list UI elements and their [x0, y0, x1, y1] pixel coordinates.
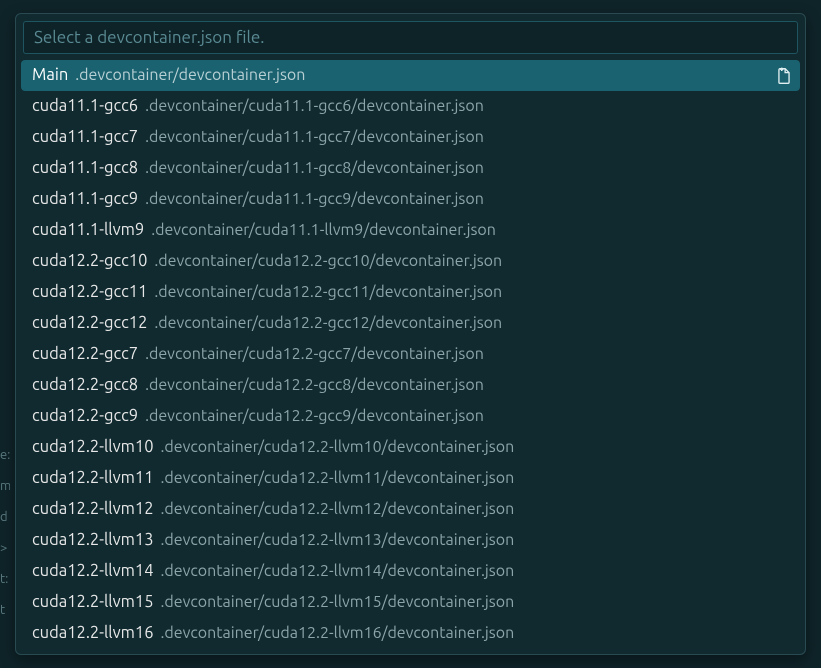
list-item[interactable]: cuda12.2-gcc10 .devcontainer/cuda12.2-gcc… — [16, 246, 805, 277]
item-label: cuda12.2-gcc10 — [32, 250, 147, 273]
quick-picker: Main .devcontainer/devcontainer.json cuda1… — [15, 13, 806, 655]
item-path: .devcontainer/cuda12.2-llvm16/devcontain… — [161, 622, 515, 645]
list-item[interactable]: cuda12.2-gcc9 .devcontainer/cuda12.2-gcc9… — [16, 401, 805, 432]
list-item[interactable]: cuda12.2-llvm11 .devcontainer/cuda12.2-ll… — [16, 463, 805, 494]
editor-background: e:md>t:t — [0, 0, 10, 668]
item-path: .devcontainer/cuda12.2-gcc7/devcontainer… — [145, 343, 484, 366]
item-path: .devcontainer/cuda12.2-llvm10/devcontain… — [161, 436, 515, 459]
item-path: .devcontainer/cuda12.2-llvm13/devcontain… — [161, 529, 515, 552]
item-path: .devcontainer/cuda11.1-llvm9/devcontaine… — [151, 219, 496, 242]
item-label: cuda12.2-llvm12 — [32, 498, 154, 521]
list-item[interactable]: cuda12.2-llvm15 .devcontainer/cuda12.2-ll… — [16, 587, 805, 618]
item-label: cuda11.1-gcc8 — [32, 157, 138, 180]
search-input[interactable] — [23, 21, 798, 54]
item-path: .devcontainer/cuda11.1-gcc8/devcontainer… — [145, 157, 484, 180]
item-label: cuda12.2-llvm10 — [32, 436, 154, 459]
item-path: .devcontainer/cuda11.1-gcc7/devcontainer… — [145, 126, 484, 149]
item-label: cuda12.2-llvm15 — [32, 591, 154, 614]
item-label: cuda12.2-gcc8 — [32, 374, 138, 397]
list-item[interactable]: cuda11.1-llvm9 .devcontainer/cuda11.1-llv… — [16, 215, 805, 246]
item-path: .devcontainer/cuda12.2-gcc9/devcontainer… — [145, 405, 484, 428]
item-path: .devcontainer/cuda11.1-gcc9/devcontainer… — [145, 188, 484, 211]
item-label: cuda12.2-gcc12 — [32, 312, 147, 335]
item-label: cuda11.1-gcc6 — [32, 95, 138, 118]
new-file-icon[interactable] — [775, 67, 793, 85]
list-item[interactable]: cuda12.2-gcc11 .devcontainer/cuda12.2-gcc… — [16, 277, 805, 308]
list-item[interactable]: cuda12.2-llvm13 .devcontainer/cuda12.2-ll… — [16, 525, 805, 556]
item-label: cuda12.2-llvm11 — [32, 467, 154, 490]
list-item[interactable]: cuda12.2-gcc12 .devcontainer/cuda12.2-gcc… — [16, 308, 805, 339]
item-path: .devcontainer/cuda12.2-llvm11/devcontain… — [161, 467, 515, 490]
item-label: cuda12.2-llvm16 — [32, 622, 154, 645]
list-item[interactable]: cuda11.1-gcc8 .devcontainer/cuda11.1-gcc8… — [16, 153, 805, 184]
item-label: cuda12.2-gcc7 — [32, 343, 138, 366]
list-item[interactable]: cuda12.2-llvm16 .devcontainer/cuda12.2-ll… — [16, 618, 805, 649]
item-label: Main — [32, 64, 68, 87]
item-path: .devcontainer/cuda12.2-gcc10/devcontaine… — [154, 250, 502, 273]
list-item[interactable]: cuda12.2-gcc7 .devcontainer/cuda12.2-gcc7… — [16, 339, 805, 370]
item-path: .devcontainer/cuda12.2-llvm14/devcontain… — [161, 560, 515, 583]
item-label: cuda11.1-gcc9 — [32, 188, 138, 211]
item-label: cuda12.2-gcc9 — [32, 405, 138, 428]
item-label: cuda11.1-llvm9 — [32, 219, 144, 242]
list-item[interactable]: cuda12.2-llvm14 .devcontainer/cuda12.2-ll… — [16, 556, 805, 587]
list-item[interactable]: cuda12.2-gcc8 .devcontainer/cuda12.2-gcc8… — [16, 370, 805, 401]
item-path: .devcontainer/cuda11.1-gcc6/devcontainer… — [145, 95, 484, 118]
item-path: .devcontainer/devcontainer.json — [75, 64, 305, 87]
list-item[interactable]: cuda11.1-gcc6 .devcontainer/cuda11.1-gcc6… — [16, 91, 805, 122]
item-label: cuda12.2-gcc11 — [32, 281, 147, 304]
item-path: .devcontainer/cuda12.2-gcc11/devcontaine… — [154, 281, 502, 304]
item-path: .devcontainer/cuda12.2-llvm15/devcontain… — [161, 591, 515, 614]
item-label: cuda11.1-gcc7 — [32, 126, 138, 149]
item-path: .devcontainer/cuda12.2-gcc12/devcontaine… — [154, 312, 502, 335]
list-item[interactable]: cuda12.2-llvm12 .devcontainer/cuda12.2-ll… — [16, 494, 805, 525]
item-path: .devcontainer/cuda12.2-gcc8/devcontainer… — [145, 374, 484, 397]
item-label: cuda12.2-llvm13 — [32, 529, 154, 552]
list-item[interactable]: cuda11.1-gcc7 .devcontainer/cuda11.1-gcc7… — [16, 122, 805, 153]
list-item[interactable]: cuda11.1-gcc9 .devcontainer/cuda11.1-gcc9… — [16, 184, 805, 215]
item-label: cuda12.2-llvm14 — [32, 560, 154, 583]
list-item[interactable]: Main .devcontainer/devcontainer.json — [21, 60, 800, 91]
devcontainer-list: Main .devcontainer/devcontainer.json cuda1… — [16, 60, 805, 654]
item-path: .devcontainer/cuda12.2-llvm12/devcontain… — [161, 498, 515, 521]
list-item[interactable]: cuda12.2-llvm10 .devcontainer/cuda12.2-ll… — [16, 432, 805, 463]
